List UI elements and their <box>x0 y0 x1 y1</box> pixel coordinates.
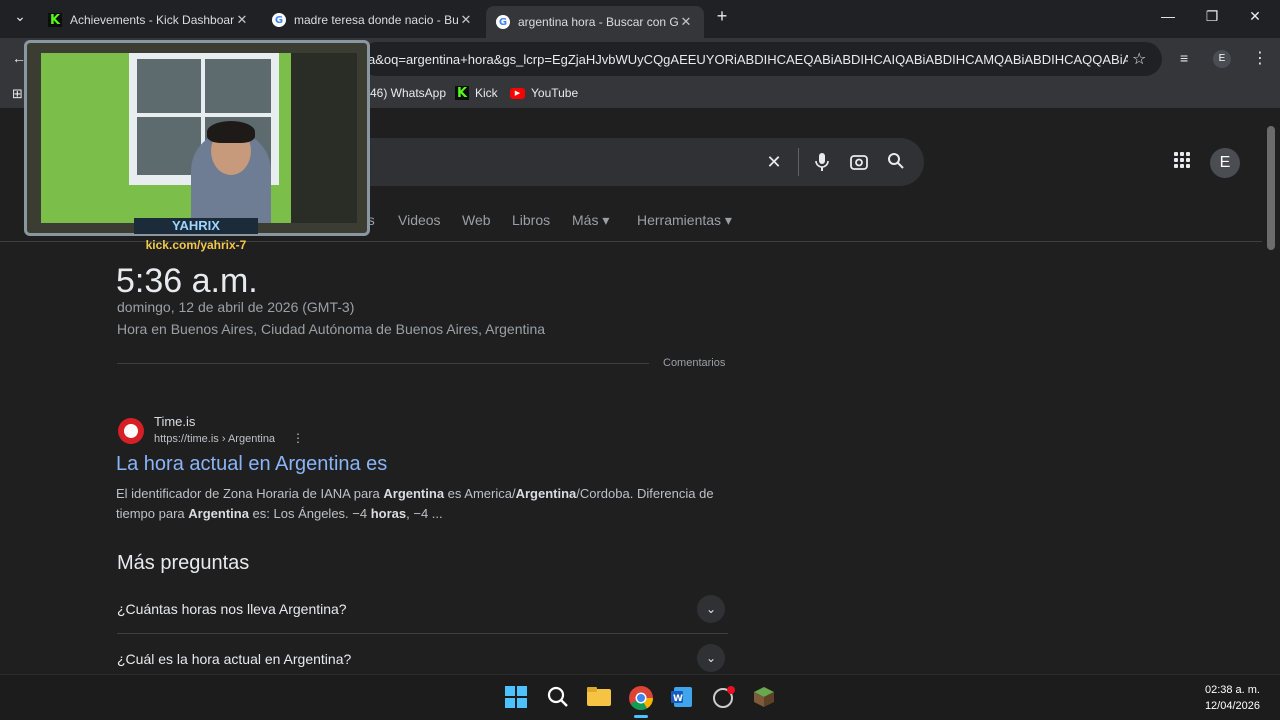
page-scrollbar[interactable] <box>1262 108 1280 674</box>
taskbar-clock-time[interactable]: 02:38 a. m. <box>1205 684 1260 696</box>
result-snippet: El identificador de Zona Horaria de IANA… <box>116 486 714 521</box>
bookmark-star-icon[interactable]: ☆ <box>1132 49 1146 69</box>
apps-grid-icon[interactable]: ⊞ <box>12 86 23 102</box>
bookmark-kick[interactable]: K Kick <box>455 85 498 101</box>
minecraft-icon[interactable] <box>752 685 778 711</box>
profile-avatar[interactable]: E <box>1210 148 1240 178</box>
profile-avatar-small[interactable]: E <box>1213 50 1231 68</box>
time-location: Hora en Buenos Aires, Ciudad Autónoma de… <box>117 321 546 337</box>
result-url[interactable]: https://time.is › Argentina <box>154 433 275 445</box>
search-icon[interactable] <box>546 685 572 711</box>
tab-title: Achievements - Kick Dashboard <box>70 13 234 27</box>
minimize-button[interactable]: — <box>1156 8 1180 30</box>
filter-videos[interactable]: Videos <box>398 212 441 228</box>
tab-madre-teresa[interactable]: G madre teresa donde nacio - Bu ✕ <box>262 6 484 34</box>
result-title-link[interactable]: La hora actual en Argentina es <box>116 453 387 476</box>
search-divider <box>798 148 799 176</box>
filter-more[interactable]: Más ▾ <box>572 212 609 229</box>
chrome-active-indicator <box>634 715 648 718</box>
filter-web[interactable]: Web <box>462 212 491 228</box>
chevron-down-icon[interactable]: ⌄ <box>697 644 725 672</box>
close-window-button[interactable]: ✕ <box>1243 8 1267 30</box>
close-icon[interactable]: ✕ <box>458 12 474 28</box>
app-icon[interactable] <box>712 685 738 711</box>
result-site-name[interactable]: Time.is <box>154 414 195 429</box>
clear-icon[interactable]: ✕ <box>764 152 784 172</box>
bookmark-whatsapp[interactable]: (46) WhatsApp <box>366 86 446 100</box>
file-explorer-icon[interactable] <box>586 685 612 711</box>
bookmark-label: YouTube <box>531 86 579 100</box>
paa-question[interactable]: ¿Cuántas horas nos lleva Argentina? <box>117 601 347 617</box>
tab-title: madre teresa donde nacio - Bu <box>294 13 458 27</box>
search-icon[interactable] <box>886 152 906 172</box>
streamer-name: YAHRIX <box>134 218 258 234</box>
taskbar: W 02:38 a. m. 12/04/2026 <box>0 674 1280 720</box>
google-icon: G <box>272 13 286 27</box>
scrollbar-thumb[interactable] <box>1267 126 1275 250</box>
kick-icon: K <box>455 85 469 101</box>
taskbar-clock-date[interactable]: 12/04/2026 <box>1205 700 1260 712</box>
chevron-down-icon[interactable]: ⌄ <box>697 595 725 623</box>
webcam-overlay: YAHRIX kick.com/yahrix-7 <box>24 40 370 256</box>
current-time: 5:36 a.m. <box>116 262 258 300</box>
bookmark-label: Kick <box>475 86 498 100</box>
close-icon[interactable]: ✕ <box>678 14 694 30</box>
menu-icon[interactable]: ⋮ <box>1252 48 1268 68</box>
tab-title: argentina hora - Buscar con Go <box>518 15 678 29</box>
filter-tools[interactable]: Herramientas ▾ <box>637 212 732 229</box>
svg-text:W: W <box>673 694 683 704</box>
new-tab-button[interactable]: + <box>710 6 734 28</box>
tab-search-button[interactable]: ⌄ <box>8 8 32 30</box>
google-apps-icon[interactable] <box>1174 152 1194 172</box>
feedback-divider <box>117 363 649 364</box>
reading-list-icon[interactable]: ≡ <box>1180 50 1188 66</box>
tab-argentina-hora[interactable]: G argentina hora - Buscar con Go ✕ <box>486 6 704 38</box>
tab-kick-dashboard[interactable]: K Achievements - Kick Dashboard ✕ <box>38 6 260 34</box>
word-icon[interactable]: W <box>670 685 696 711</box>
search-box[interactable]: ✕ <box>340 138 924 186</box>
address-bar-url: a&oq=argentina+hora&gs_lcrp=EgZjaHJvbWUy… <box>368 52 1128 67</box>
streamer-link: kick.com/yahrix-7 <box>145 238 247 252</box>
microphone-icon[interactable] <box>812 152 832 172</box>
lens-icon[interactable] <box>849 152 869 172</box>
chrome-icon[interactable] <box>628 685 654 711</box>
people-also-ask-title: Más preguntas <box>117 552 250 574</box>
kick-icon: K <box>48 12 62 28</box>
webcam-video <box>41 53 357 223</box>
youtube-icon: ▶ <box>510 87 525 99</box>
paa-divider <box>117 633 728 634</box>
webcam-frame <box>24 40 370 236</box>
close-icon[interactable]: ✕ <box>234 12 250 28</box>
result-more-icon[interactable]: ⋮ <box>292 431 304 445</box>
timeis-favicon <box>118 418 144 444</box>
restore-button[interactable]: ❐ <box>1200 8 1224 30</box>
windows-start-icon[interactable] <box>504 685 530 711</box>
address-bar[interactable]: a&oq=argentina+hora&gs_lcrp=EgZjaHJvbWUy… <box>360 42 1162 76</box>
paa-question[interactable]: ¿Cuál es la hora actual en Argentina? <box>117 651 351 667</box>
current-date: domingo, 12 de abril de 2026 (GMT-3) <box>117 299 355 315</box>
bookmark-youtube[interactable]: ▶ YouTube <box>510 86 578 100</box>
feedback-link[interactable]: Comentarios <box>663 357 725 369</box>
filter-books[interactable]: Libros <box>512 212 550 228</box>
google-icon: G <box>496 15 510 29</box>
tab-strip: ⌄ K Achievements - Kick Dashboard ✕ G ma… <box>0 0 1280 38</box>
bookmark-label: (46) WhatsApp <box>366 86 447 100</box>
